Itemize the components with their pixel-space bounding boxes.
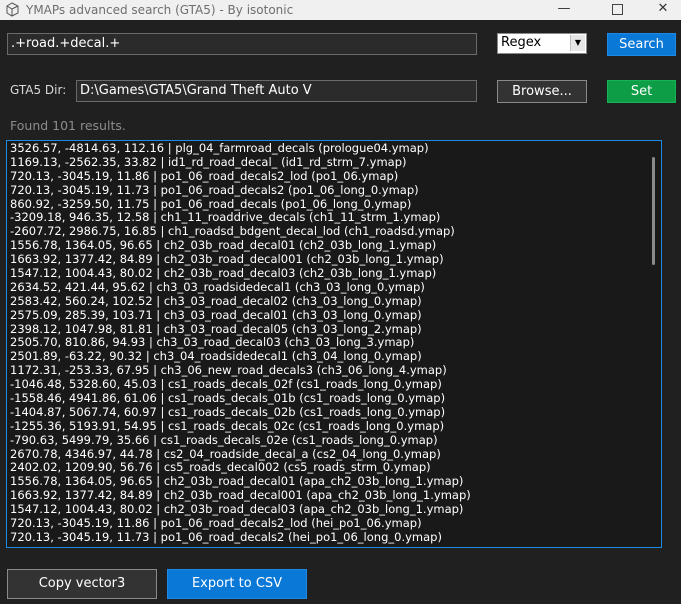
list-item[interactable]: -1255.36, 5193.91, 54.95 | cs1_roads_dec… — [10, 420, 647, 434]
maximize-icon — [611, 4, 623, 15]
search-button[interactable]: Search — [607, 33, 676, 56]
scrollbar-thumb[interactable] — [652, 157, 655, 265]
list-item[interactable]: 1169.13, -2562.35, 33.82 | id1_rd_road_d… — [10, 156, 647, 170]
list-item[interactable]: 2583.42, 560.24, 102.52 | ch3_03_road_de… — [10, 295, 647, 309]
list-item[interactable]: 1547.12, 1004.43, 80.02 | ch2_03b_road_d… — [10, 503, 647, 517]
list-item[interactable]: -2607.72, 2986.75, 16.85 | ch1_roadsd_bd… — [10, 225, 647, 239]
list-item[interactable]: 2634.52, 421.44, 95.62 | ch3_03_roadside… — [10, 281, 647, 295]
set-button[interactable]: Set — [607, 80, 676, 103]
list-item[interactable]: -790.63, 5499.79, 35.66 | cs1_roads_deca… — [10, 434, 647, 448]
copy-vector3-button[interactable]: Copy vector3 — [7, 569, 157, 599]
results-list[interactable]: 3526.57, -4814.63, 112.16 | plg_04_farmr… — [6, 140, 662, 548]
list-item[interactable]: 1556.78, 1364.05, 96.65 | ch2_03b_road_d… — [10, 239, 647, 253]
list-item[interactable]: 2575.09, 285.39, 103.71 | ch3_03_road_de… — [10, 309, 647, 323]
chevron-down-icon: ▼ — [570, 35, 585, 51]
gta5-dir-label: GTA5 Dir: — [10, 83, 67, 97]
list-item[interactable]: 2501.89, -63.22, 90.32 | ch3_04_roadside… — [10, 350, 647, 364]
list-item[interactable]: -3209.18, 946.35, 12.58 | ch1_11_roaddri… — [10, 211, 647, 225]
search-mode-select[interactable]: Regex ▼ — [497, 33, 587, 54]
export-csv-button[interactable]: Export to CSV — [167, 569, 307, 599]
list-item[interactable]: -1558.46, 4941.86, 61.06 | cs1_roads_dec… — [10, 392, 647, 406]
list-item[interactable]: 2398.12, 1047.98, 81.81 | ch3_03_road_de… — [10, 323, 647, 337]
close-button[interactable]: ✕ — [640, 0, 681, 20]
browse-button[interactable]: Browse... — [497, 80, 587, 103]
window-title: YMAPs advanced search (GTA5) - By isoton… — [26, 3, 294, 17]
minimize-icon: — — [557, 1, 571, 16]
results-count: Found 101 results. — [10, 118, 126, 133]
minimize-button[interactable]: — — [541, 0, 587, 20]
list-item[interactable]: 3526.57, -4814.63, 112.16 | plg_04_farmr… — [10, 142, 647, 156]
gta5-dir-input[interactable]: D:\Games\GTA5\Grand Theft Auto V — [76, 80, 477, 102]
results-list-content: 3526.57, -4814.63, 112.16 | plg_04_farmr… — [7, 141, 647, 547]
search-input[interactable]: .+road.+decal.+ — [7, 33, 477, 55]
vertical-scrollbar[interactable] — [647, 141, 661, 547]
list-item[interactable]: 720.13, -3045.19, 11.73 | po1_06_road_de… — [10, 531, 647, 545]
list-item[interactable]: -1046.48, 5328.60, 45.03 | cs1_roads_dec… — [10, 378, 647, 392]
list-item[interactable]: 1663.92, 1377.42, 84.89 | ch2_03b_road_d… — [10, 253, 647, 267]
close-icon: ✕ — [657, 1, 669, 16]
maximize-button[interactable] — [594, 0, 640, 20]
list-item[interactable]: 720.13, -3045.19, 11.86 | po1_06_road_de… — [10, 170, 647, 184]
search-mode-value: Regex — [501, 35, 542, 50]
list-item[interactable]: 720.13, -3045.19, 11.73 | po1_06_road_de… — [10, 184, 647, 198]
list-item[interactable]: 720.13, -3045.19, 11.86 | po1_06_road_de… — [10, 517, 647, 531]
list-item[interactable]: 1663.92, 1377.42, 84.89 | ch2_03b_road_d… — [10, 489, 647, 503]
list-item[interactable]: 1172.31, -253.33, 67.95 | ch3_06_new_roa… — [10, 364, 647, 378]
list-item[interactable]: -1404.87, 5067.74, 60.97 | cs1_roads_dec… — [10, 406, 647, 420]
list-item[interactable]: 2402.02, 1209.90, 56.76 | cs5_roads_deca… — [10, 461, 647, 475]
title-bar: YMAPs advanced search (GTA5) - By isoton… — [0, 0, 681, 20]
list-item[interactable]: 1556.78, 1364.05, 96.65 | ch2_03b_road_d… — [10, 475, 647, 489]
list-item[interactable]: 2670.78, 4346.97, 44.78 | cs2_04_roadsid… — [10, 448, 647, 462]
app-icon — [6, 2, 19, 17]
list-item[interactable]: 1547.12, 1004.43, 80.02 | ch2_03b_road_d… — [10, 267, 647, 281]
list-item[interactable]: 860.92, -3259.50, 11.75 | po1_06_road_de… — [10, 198, 647, 212]
list-item[interactable]: 2505.70, 810.86, 94.93 | ch3_03_road_dec… — [10, 336, 647, 350]
